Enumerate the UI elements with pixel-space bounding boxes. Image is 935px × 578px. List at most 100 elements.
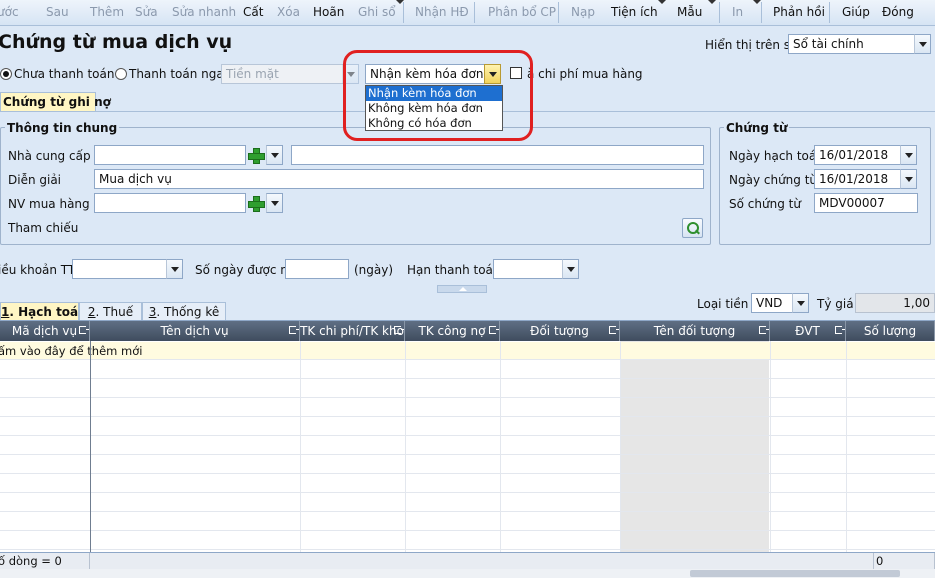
table-row[interactable] <box>0 417 935 436</box>
exchange-rate-input[interactable]: 1,00 <box>855 293 935 313</box>
prev-button[interactable]: ước <box>0 5 19 19</box>
tab-statistics[interactable]: 3. Thống kê <box>142 302 226 321</box>
tab-tax[interactable]: 2. Thuế <box>79 302 142 321</box>
description-label: Diễn giải <box>8 173 62 187</box>
search-reference-icon[interactable] <box>682 218 703 238</box>
new-row-hint[interactable]: ấm vào đây để thêm mới <box>0 344 142 358</box>
pin-icon[interactable] <box>835 326 845 334</box>
save-button[interactable]: Cất <box>243 5 263 19</box>
utilities-dropdown-icon[interactable] <box>658 0 666 4</box>
table-row[interactable] <box>0 436 935 455</box>
new-row[interactable]: ấm vào đây để thêm mới <box>0 342 935 360</box>
payment-terms-select[interactable] <box>72 259 168 279</box>
voucher-no-label: Số chứng từ <box>729 197 801 211</box>
table-row[interactable] <box>0 455 935 474</box>
delete-button[interactable]: Xóa <box>277 5 300 19</box>
pin-icon[interactable] <box>759 326 769 334</box>
feedback-button[interactable]: Phản hồi <box>773 5 825 19</box>
due-date-input[interactable] <box>493 259 564 279</box>
tab-accounting[interactable]: 1. Hạch toán <box>0 302 87 321</box>
display-on-book-select[interactable]: Sổ tài chính <box>788 34 916 54</box>
column-header-expense-account[interactable]: TK chi phí/TK kho <box>300 321 405 341</box>
add-button[interactable]: Thêm <box>90 5 124 19</box>
postpone-button[interactable]: Hoãn <box>313 5 344 19</box>
next-button[interactable]: Sau <box>46 5 69 19</box>
tab-tax-key: 2 <box>87 305 96 319</box>
tab-statistics-label: . Thống kê <box>156 305 220 319</box>
grid-divider <box>620 341 621 552</box>
column-header-service-code[interactable]: Mã dịch vụ <box>0 321 90 341</box>
scrollbar-thumb[interactable] <box>690 570 900 577</box>
voucher-no-input[interactable]: MDV00007 <box>814 193 918 213</box>
supplier-code-input[interactable] <box>94 145 246 165</box>
receive-invoice-button[interactable]: Nhận HĐ <box>415 5 469 19</box>
column-header-object[interactable]: Đối tượng <box>500 321 620 341</box>
load-button[interactable]: Nạp <box>571 5 595 19</box>
template-dropdown-icon[interactable] <box>708 0 716 4</box>
chevron-down-icon[interactable] <box>792 293 809 313</box>
credit-days-input[interactable] <box>285 259 349 279</box>
add-staff-icon[interactable] <box>247 194 265 212</box>
payment-method-select[interactable]: Tiền mặt <box>221 64 344 84</box>
table-row[interactable] <box>0 474 935 493</box>
print-dropdown-icon[interactable] <box>753 0 761 4</box>
template-button[interactable]: Mẫu <box>677 5 702 19</box>
chevron-down-icon[interactable] <box>166 259 183 279</box>
toolbar-separator <box>474 2 475 23</box>
calendar-dropdown-icon[interactable] <box>900 145 917 165</box>
grid-divider <box>846 341 847 552</box>
supplier-name-input[interactable] <box>291 145 704 165</box>
supplier-label: Nhà cung cấp <box>8 149 91 163</box>
edit-button[interactable]: Sửa <box>135 5 158 19</box>
pay-now-label[interactable]: Thanh toán ngay <box>129 67 231 81</box>
chevron-down-icon[interactable] <box>266 145 283 165</box>
horizontal-scrollbar[interactable] <box>0 569 935 578</box>
description-input[interactable]: Mua dịch vụ <box>94 169 704 189</box>
calendar-dropdown-icon[interactable] <box>562 259 579 279</box>
currency-select[interactable]: VND <box>751 293 793 313</box>
pin-icon[interactable] <box>79 326 89 334</box>
unpaid-radio[interactable] <box>0 68 12 80</box>
posting-date-label: Ngày hạch toán <box>729 149 824 163</box>
add-supplier-icon[interactable] <box>247 146 265 164</box>
column-title: TK công nợ <box>418 324 486 338</box>
table-row[interactable] <box>0 512 935 531</box>
display-on-book-label: Hiển thị trên sổ <box>705 38 798 52</box>
table-row[interactable] <box>0 493 935 512</box>
posting-date-input[interactable]: 16/01/2018 <box>814 145 902 165</box>
table-row[interactable] <box>0 531 935 550</box>
cost-checkbox-label[interactable]: à chi phí mua hàng <box>527 67 643 81</box>
help-button[interactable]: Giúp <box>842 5 870 19</box>
tab-debit-voucher[interactable]: Chứng từ ghi nợ <box>0 92 111 112</box>
pay-now-radio[interactable] <box>115 68 127 80</box>
allocate-cost-button[interactable]: Phân bổ CP <box>488 5 556 19</box>
toolbar-separator <box>403 2 404 23</box>
calendar-dropdown-icon[interactable] <box>900 169 917 189</box>
close-button[interactable]: Đóng <box>882 5 914 19</box>
collapse-panel-icon[interactable] <box>437 285 487 293</box>
column-header-payable-account[interactable]: TK công nợ <box>405 321 500 341</box>
unpaid-label[interactable]: Chưa thanh toán <box>14 67 114 81</box>
column-header-quantity[interactable]: Số lượng <box>846 321 935 341</box>
table-row[interactable] <box>0 398 935 417</box>
purchase-staff-input[interactable] <box>94 193 246 213</box>
pin-icon[interactable] <box>609 326 619 334</box>
pin-icon[interactable] <box>489 326 499 334</box>
column-header-unit[interactable]: ĐVT <box>770 321 846 341</box>
table-row[interactable] <box>0 360 935 379</box>
column-header-service-name[interactable]: Tên dịch vụ <box>90 321 300 341</box>
post-button[interactable]: Ghi sổ <box>358 5 396 19</box>
chevron-down-icon[interactable] <box>914 34 931 54</box>
row-count: ố dòng = 0 <box>0 553 90 570</box>
grid-divider <box>300 341 301 552</box>
chevron-down-icon[interactable] <box>266 193 283 213</box>
column-header-object-name[interactable]: Tên đối tượng <box>620 321 770 341</box>
table-row[interactable] <box>0 379 935 398</box>
print-button[interactable]: In <box>732 5 743 19</box>
voucher-date-input[interactable]: 16/01/2018 <box>814 169 902 189</box>
utilities-button[interactable]: Tiện ích <box>611 5 658 19</box>
pin-icon[interactable] <box>394 326 404 334</box>
column-title: ĐVT <box>795 324 820 338</box>
quick-edit-button[interactable]: Sửa nhanh <box>172 5 236 19</box>
pin-icon[interactable] <box>289 326 299 334</box>
